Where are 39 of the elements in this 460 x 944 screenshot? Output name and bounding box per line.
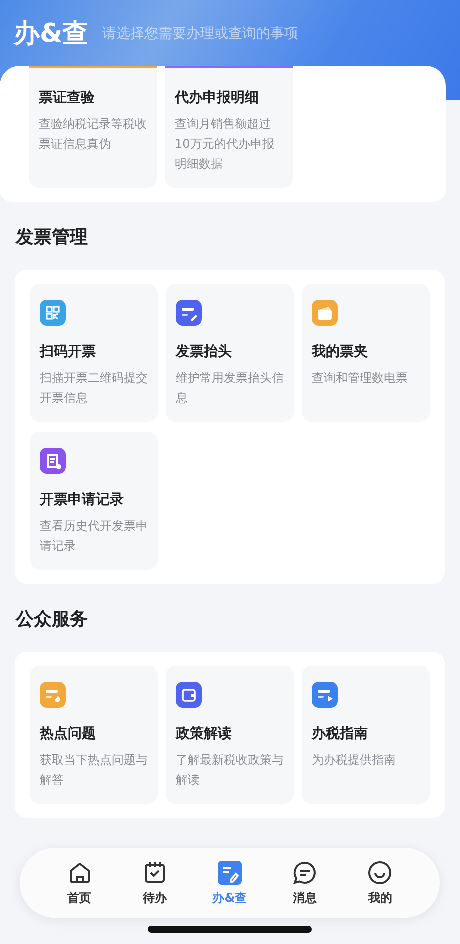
service-tile[interactable]: 票证查验 查验纳税记录等税收票证信息真伪	[29, 66, 157, 188]
service-tile[interactable]: 代办申报明细 查询月销售额超过10万元的代办申报明细数据	[165, 66, 293, 188]
nav-tab[interactable]: 办&查	[202, 860, 258, 906]
tile-description: 扫描开票二维码提交开票信息	[40, 370, 148, 407]
document-pen-icon	[216, 860, 243, 886]
tile-description: 获取当下热点问题与解答	[40, 752, 148, 789]
service-tile[interactable]: 扫码开票 扫描开票二维码提交开票信息	[30, 284, 158, 422]
smiley-icon	[367, 860, 394, 886]
service-tile[interactable]: 办税指南 为办税提供指南	[302, 666, 430, 804]
tile-title: 热点问题	[40, 725, 97, 744]
tile-description: 维护常用发票抬头信息	[176, 370, 284, 407]
tile-title: 办税指南	[312, 725, 369, 744]
nav-tab[interactable]: 待办	[126, 860, 183, 906]
tile-description: 查看历史代开发票申请记录	[40, 518, 148, 555]
tile-title: 开票申请记录	[40, 491, 125, 510]
tile-title: 代办申报明细	[175, 89, 260, 108]
tile-description: 为办税提供指南	[312, 752, 397, 769]
page-subtitle: 请选择您需要办理或查询的事项	[102, 25, 299, 44]
tile-title: 扫码开票	[40, 343, 97, 362]
tile-description: 了解最新税收政策与解读	[176, 752, 284, 789]
tile-title: 我的票夹	[312, 343, 369, 362]
tile-title: 政策解读	[176, 725, 233, 744]
tile-description: 查验纳税记录等税收票证信息真伪	[39, 116, 147, 153]
service-tile[interactable]: 我的票夹 查询和管理数电票	[302, 284, 430, 422]
tile-description: 查询月销售额超过10万元的代办申报明细数据	[175, 116, 276, 173]
nav-tab[interactable]: 消息	[277, 860, 334, 906]
service-tile[interactable]: 发票抬头 维护常用发票抬头信息	[166, 284, 294, 422]
service-tile[interactable]: 热点问题 获取当下热点问题与解答	[30, 666, 158, 804]
page-title: 办&查	[14, 18, 89, 51]
service-tile[interactable]: 政策解读 了解最新税收政策与解读	[166, 666, 294, 804]
nav-tab[interactable]: 首页	[52, 860, 108, 906]
nav-tab[interactable]: 我的	[352, 860, 408, 906]
tile-title: 发票抬头	[176, 343, 233, 362]
tile-title: 票证查验	[39, 89, 96, 108]
chat-bubble-icon	[292, 860, 318, 886]
section-title: 公众服务	[14, 608, 89, 632]
service-tile[interactable]: 开票申请记录 查看历史代开发票申请记录	[30, 432, 158, 570]
section-title: 发票管理	[14, 226, 89, 250]
tile-description: 查询和管理数电票	[312, 370, 409, 387]
